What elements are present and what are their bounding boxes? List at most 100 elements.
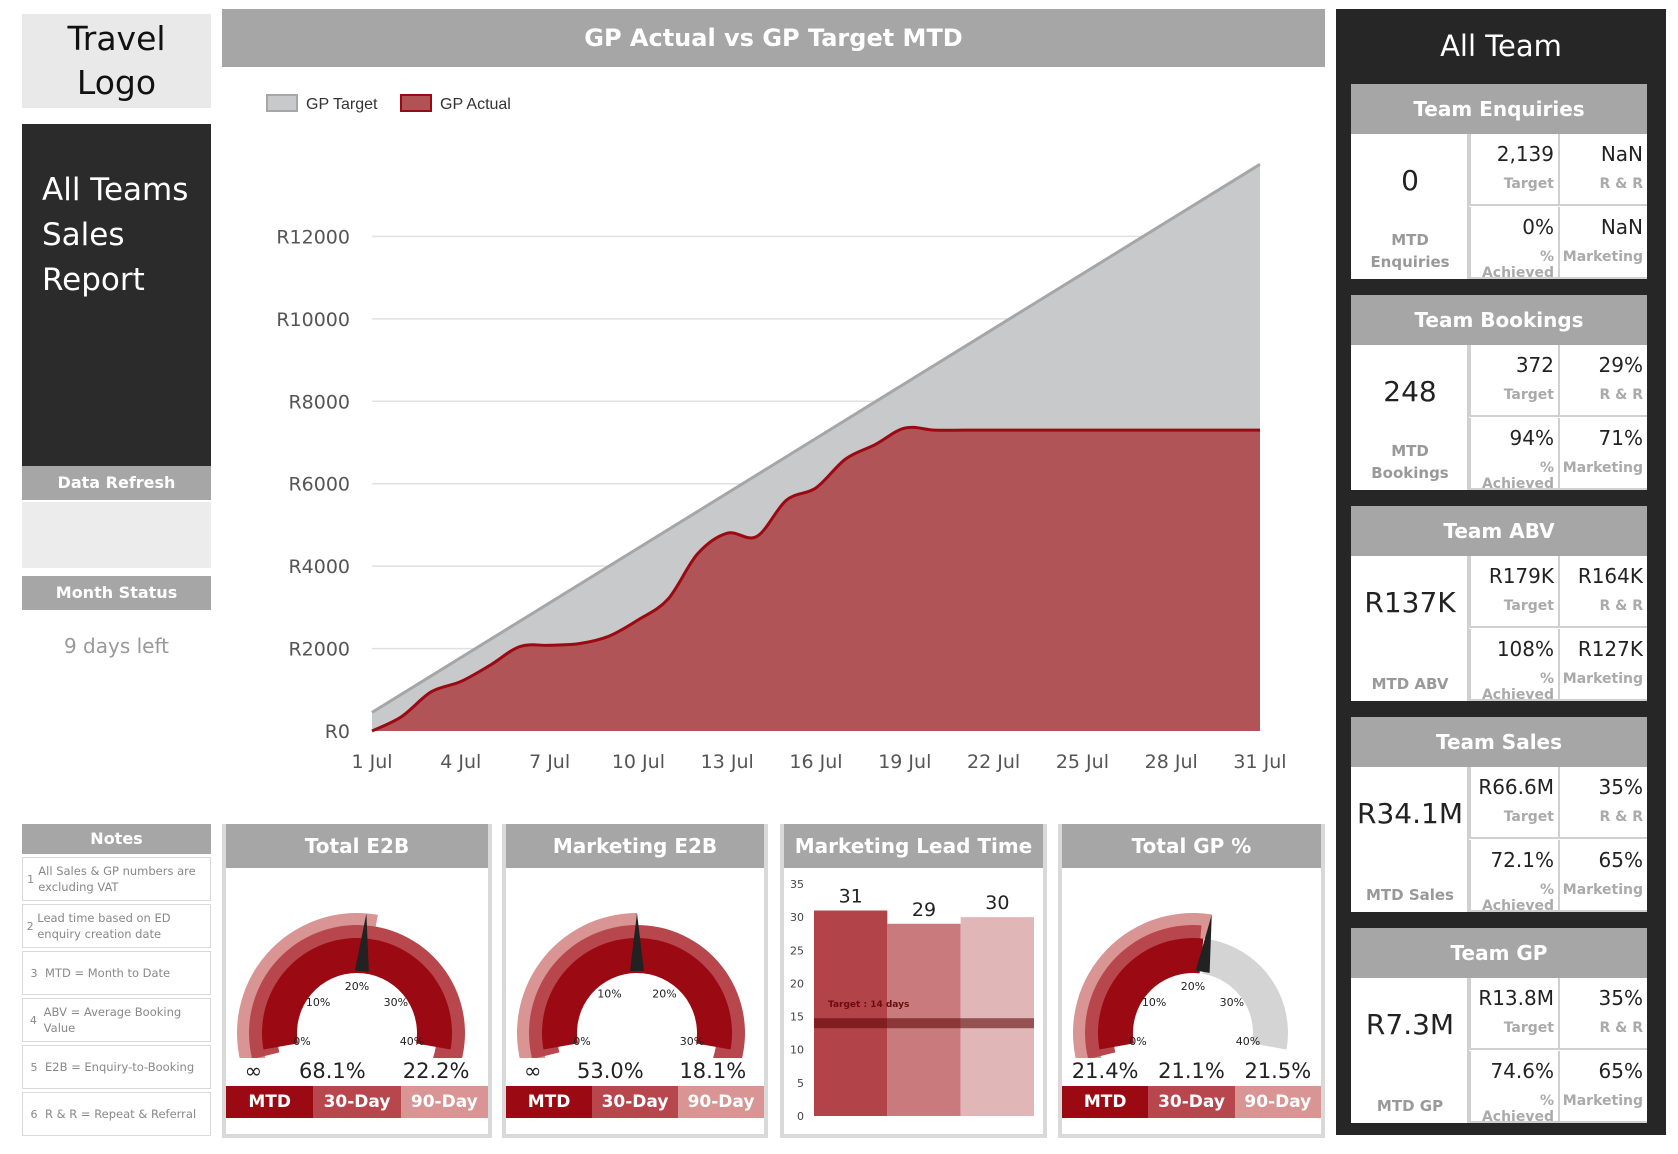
kpi-rr-label: R & R xyxy=(1599,176,1643,192)
x-tick-label: 13 Jul xyxy=(701,751,754,773)
kpi-rr-label: R & R xyxy=(1599,1020,1643,1036)
notes-title: Notes xyxy=(22,824,211,854)
kpi-body: R137K MTD ABV R179K Target R164K R & R 108% % A… xyxy=(1351,556,1647,703)
kpi-marketing-label: Marketing xyxy=(1562,249,1643,265)
data-refresh-value xyxy=(22,502,211,568)
kpi-target-label: Target xyxy=(1503,1020,1554,1036)
kpi-main: 248 MTD Bookings xyxy=(1351,345,1469,490)
gauge-tabs: MTD 30-Day 90-Day xyxy=(1062,1086,1321,1118)
tab-30-day[interactable]: 30-Day xyxy=(592,1086,678,1118)
gauge-tick-label: 20% xyxy=(1181,980,1205,993)
legend-label: GP Actual xyxy=(440,96,511,113)
kpi-target-label: Target xyxy=(1503,387,1554,403)
gauge-tick-label: 20% xyxy=(345,980,369,993)
kpi-team-enquiries: Team Enquiries 0 MTD Enquiries 2,139 Target Na… xyxy=(1351,84,1647,281)
lead-time-bar-label: 31 xyxy=(839,886,863,908)
kpi-body: 248 MTD Bookings 372 Target 29% R & R 94% % Achi… xyxy=(1351,345,1647,492)
chart-title: GP Actual vs GP Target MTD xyxy=(222,9,1325,67)
lead-time-bar-label: 29 xyxy=(912,899,936,921)
kpi-cell-target: 372 Target xyxy=(1469,345,1558,417)
gauge-value: 68.1% xyxy=(299,1059,366,1083)
kpi-cell-achieved: 74.6% % Achieved xyxy=(1469,1051,1558,1125)
y-tick-label: 20 xyxy=(790,977,804,990)
kpi-main: R7.3M MTD GP xyxy=(1351,978,1469,1123)
kpi-cell-target: 2,139 Target xyxy=(1469,134,1558,206)
kpi-title: Team Sales xyxy=(1351,717,1647,767)
logo-line-2: Logo xyxy=(76,63,157,102)
report-title-line-3: Report xyxy=(42,262,145,298)
x-tick-label: 22 Jul xyxy=(967,751,1020,773)
kpi-cell-rr: 35% R & R xyxy=(1558,978,1647,1050)
kpi-marketing-value: R127K xyxy=(1577,637,1643,661)
note-text: E2B = Enquiry-to-Booking xyxy=(45,1060,195,1074)
gauge-tick-label: 0% xyxy=(573,1035,590,1048)
kpi-rr-label: R & R xyxy=(1599,598,1643,614)
target-label: Target : 14 days xyxy=(828,1000,909,1010)
kpi-main-label: MTD GP xyxy=(1351,1095,1469,1117)
kpi-rr-value: 35% xyxy=(1598,775,1643,799)
kpi-marketing-label: Marketing xyxy=(1562,460,1643,476)
kpi-rr-value: 35% xyxy=(1598,986,1643,1010)
gauge-tick-label: 30% xyxy=(680,1035,704,1048)
kpi-achieved-value: 108% xyxy=(1496,637,1554,661)
legend-swatch xyxy=(266,94,298,112)
kpi-cell-marketing: 71% Marketing xyxy=(1558,418,1647,490)
x-tick-label: 25 Jul xyxy=(1056,751,1109,773)
gauge-tick-label: 10% xyxy=(1142,996,1166,1009)
kpi-main-label-line-1: MTD xyxy=(1391,442,1429,460)
tab-90-day[interactable]: 90-Day xyxy=(1234,1086,1321,1118)
kpi-marketing-value: 65% xyxy=(1598,848,1643,872)
total-gp-card: Total GP % 0% 10% 20% 30% 40% 21.4% 21.1% 21.5%… xyxy=(1058,824,1325,1138)
kpi-cell-marketing: NaN Marketing xyxy=(1558,207,1647,279)
tab-90-day[interactable]: 90-Day xyxy=(400,1086,488,1118)
month-status-value: 9 days left xyxy=(63,634,170,658)
x-tick-label: 7 Jul xyxy=(529,751,570,773)
kpi-achieved-value: 74.6% xyxy=(1490,1059,1554,1083)
tab-mtd[interactable]: MTD xyxy=(506,1086,592,1118)
note-item: 2 Lead time based on ED enquiry creation … xyxy=(22,904,211,948)
kpi-rr-value: 29% xyxy=(1598,353,1643,377)
note-item: 4 ABV = Average Booking Value xyxy=(22,998,211,1042)
note-item: 3 MTD = Month to Date xyxy=(22,951,211,995)
kpi-achieved-label: % Achieved xyxy=(1481,671,1554,703)
card-title: Marketing E2B xyxy=(506,824,764,868)
kpi-marketing-label: Marketing xyxy=(1562,1093,1643,1109)
kpi-team-gp: Team GP R7.3M MTD GP R13.8M Target 35% R & R 74… xyxy=(1351,928,1647,1125)
gauge-svg: 0% 10% 20% 30% xyxy=(517,913,745,1058)
kpi-cell-target: R66.6M Target xyxy=(1469,767,1558,839)
kpi-title: Team ABV xyxy=(1351,506,1647,556)
lead-time-bar xyxy=(814,910,888,1116)
note-item: 6 R & R = Repeat & Referral xyxy=(22,1092,211,1136)
gauge-tick-label: 30% xyxy=(384,996,408,1009)
note-text: Lead time based on ED enquiry creation d… xyxy=(37,911,171,941)
gauge-values: ∞ 53.0% 18.1% xyxy=(506,1059,764,1083)
right-panel-title: All Team xyxy=(1440,29,1562,63)
kpi-cell-rr: 35% R & R xyxy=(1558,767,1647,839)
kpi-main-label-line-1: MTD ABV xyxy=(1371,675,1449,693)
gauge-value: 21.5% xyxy=(1244,1059,1312,1083)
kpi-target-value: R179K xyxy=(1488,564,1554,588)
y-tick-label: R6000 xyxy=(288,474,350,496)
data-refresh-label: Data Refresh xyxy=(22,466,211,500)
kpi-main: R34.1M MTD Sales xyxy=(1351,767,1469,912)
gauge-tick-label: 20% xyxy=(652,987,676,1000)
note-text: ABV = Average Booking Value xyxy=(43,1005,182,1035)
gauge-value: 18.1% xyxy=(679,1059,747,1083)
y-tick-label: 15 xyxy=(790,1011,804,1024)
tab-mtd[interactable]: MTD xyxy=(226,1086,314,1118)
tab-30-day[interactable]: 30-Day xyxy=(313,1086,401,1118)
tab-mtd[interactable]: MTD xyxy=(1062,1086,1149,1118)
gauge-value: 53.0% xyxy=(577,1059,644,1083)
kpi-rr-value: R164K xyxy=(1577,564,1643,588)
tab-90-day[interactable]: 90-Day xyxy=(678,1086,764,1118)
tab-30-day[interactable]: 30-Day xyxy=(1148,1086,1235,1118)
note-number: 4 xyxy=(29,1013,37,1027)
kpi-main-label: MTD Sales xyxy=(1351,884,1469,906)
y-tick-label: R0 xyxy=(325,721,350,743)
kpi-body: R7.3M MTD GP R13.8M Target 35% R & R 74.6% % Ac… xyxy=(1351,978,1647,1125)
kpi-main-label: MTD Bookings xyxy=(1351,440,1469,484)
x-tick-label: 28 Jul xyxy=(1145,751,1198,773)
kpi-cell-achieved: 94% % Achieved xyxy=(1469,418,1558,492)
note-number: 3 xyxy=(30,966,38,980)
kpi-main-label-line-1: MTD Sales xyxy=(1365,886,1454,904)
